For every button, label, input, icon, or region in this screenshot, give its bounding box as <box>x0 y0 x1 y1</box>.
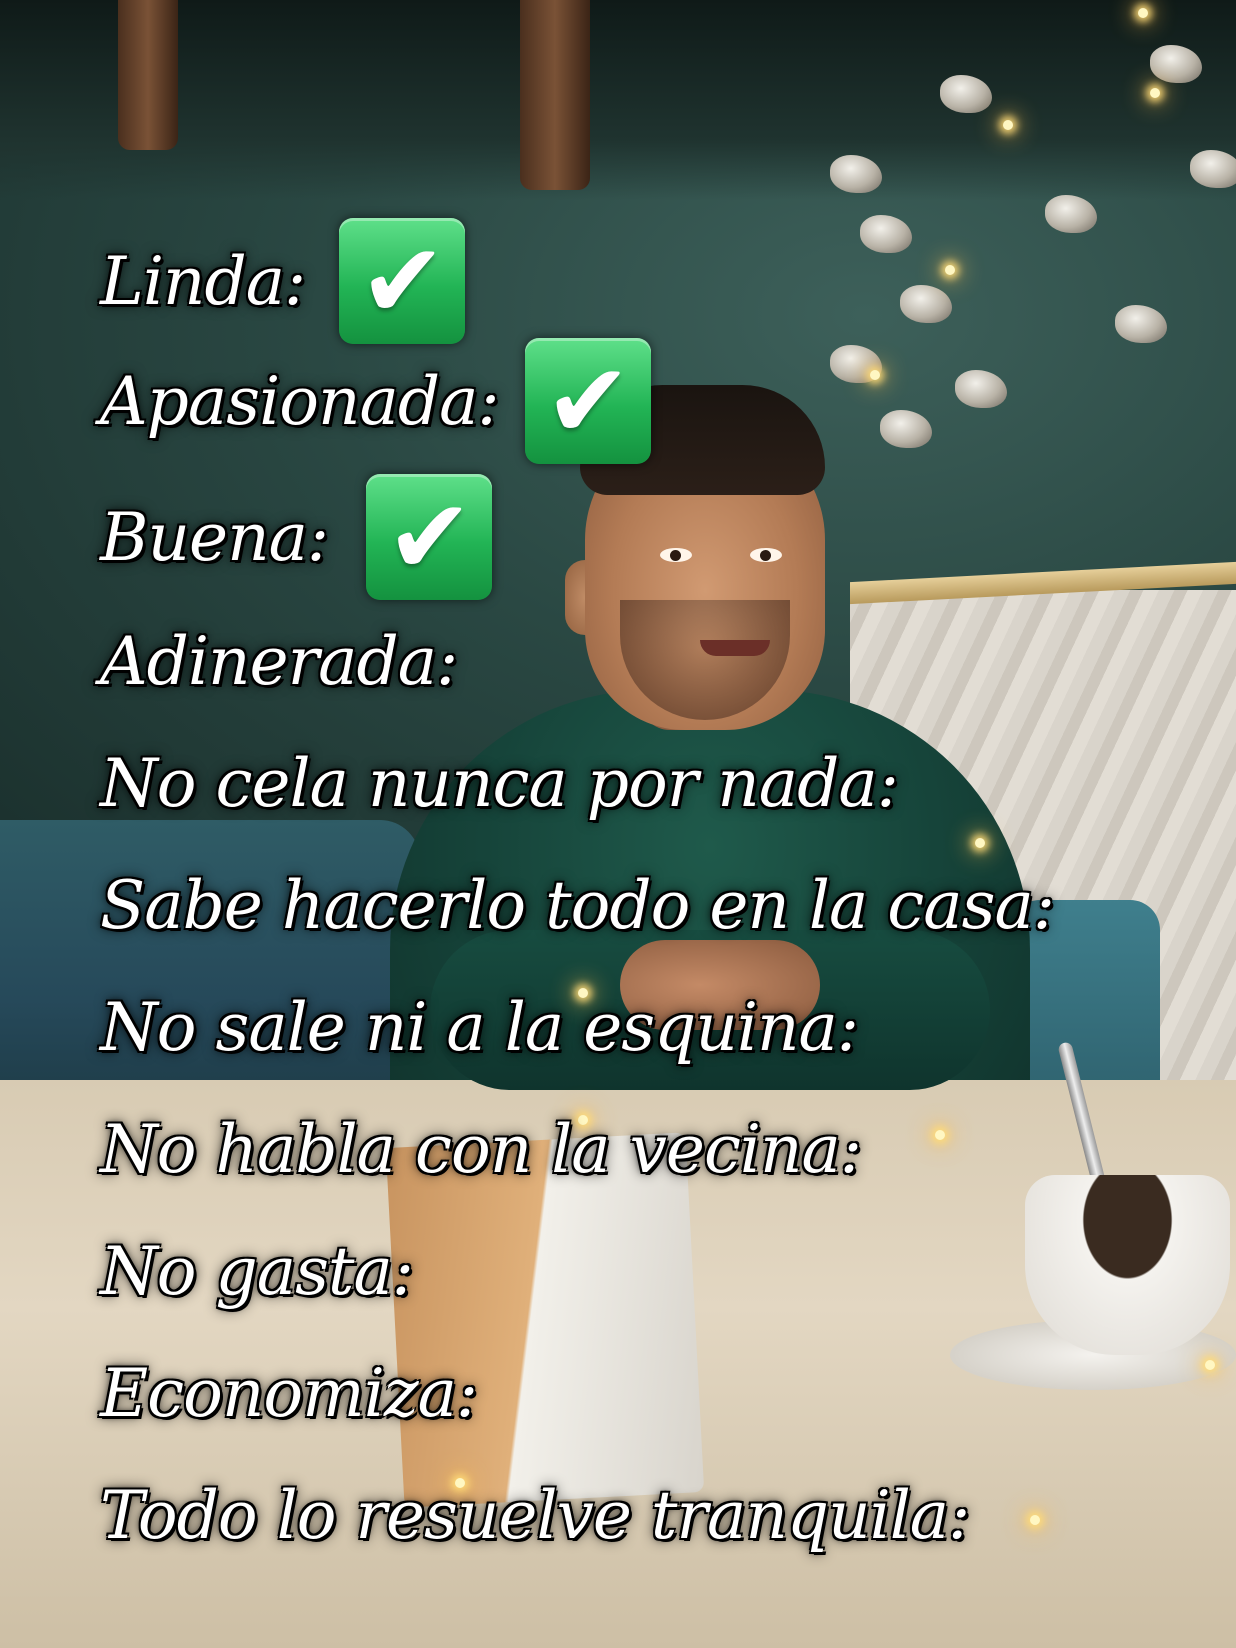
checklist-item-sabe-hacerlo: Sabe hacerlo todo en la casa: <box>100 844 1210 966</box>
checklist-label: Buena: <box>100 498 329 576</box>
checklist-label: Sabe hacerlo todo en la casa: <box>100 866 1055 944</box>
checklist-item-todo-lo-resuelve: Todo lo resuelve tranquila: <box>100 1454 1210 1576</box>
checklist-item-apasionada: Apasionada: ✔ <box>100 338 1210 464</box>
checklist-item-no-habla: No habla con la vecina: <box>100 1088 1210 1210</box>
checklist-overlay: Linda: ✔ Apasionada: ✔ Buena: ✔ Adinerad… <box>100 218 1210 1576</box>
horse-head-decoration <box>1190 150 1236 188</box>
checklist-label: Adinerada: <box>100 622 458 700</box>
checklist-item-adinerada: Adinerada: <box>100 600 1210 722</box>
check-mark-button-icon: ✔ <box>366 474 493 600</box>
checklist-label: No sale ni a la esquina: <box>100 988 859 1066</box>
checklist-label: Todo lo resuelve tranquila: <box>100 1476 970 1554</box>
wooden-beam <box>118 0 178 150</box>
sparkle-icon <box>1150 88 1160 98</box>
check-mark-button-icon: ✔ <box>524 338 651 464</box>
checklist-label: No gasta: <box>100 1232 414 1310</box>
check-mark-button-icon: ✔ <box>339 218 466 344</box>
checklist-item-no-sale: No sale ni a la esquina: <box>100 966 1210 1088</box>
checklist-label: Apasionada: <box>100 362 500 440</box>
checklist-item-no-cela: No cela nunca por nada: <box>100 722 1210 844</box>
ceiling <box>0 0 1236 200</box>
checklist-item-buena: Buena: ✔ <box>100 474 1210 600</box>
checklist-item-economiza: Economiza: <box>100 1332 1210 1454</box>
sparkle-icon <box>1138 8 1148 18</box>
checklist-item-no-gasta: No gasta: <box>100 1210 1210 1332</box>
checklist-label: No habla con la vecina: <box>100 1110 862 1188</box>
checklist-item-linda: Linda: ✔ <box>100 218 1210 344</box>
checklist-label: Economiza: <box>100 1354 478 1432</box>
wooden-beam <box>520 0 590 190</box>
checklist-label: No cela nunca por nada: <box>100 744 899 822</box>
checklist-label: Linda: <box>100 242 306 320</box>
sparkle-icon <box>1003 120 1013 130</box>
